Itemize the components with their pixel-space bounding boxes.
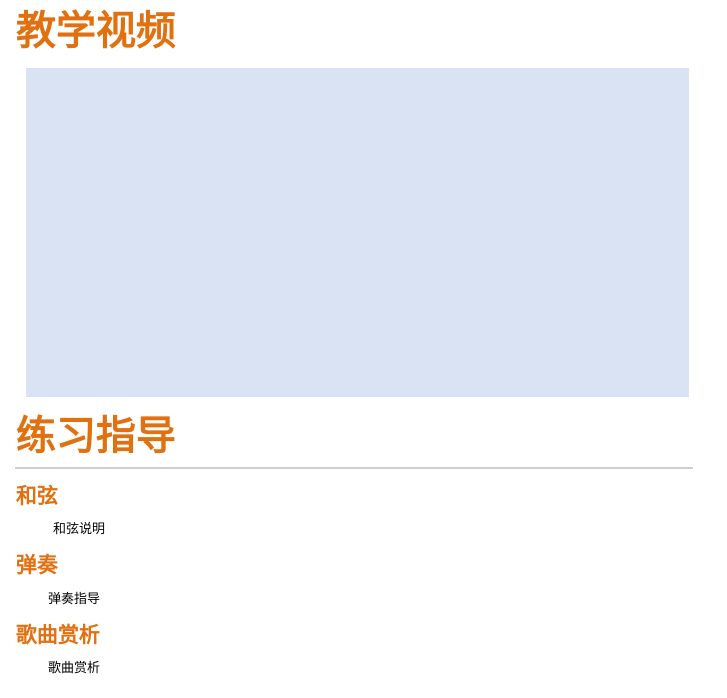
section-heading-song-appreciation: 歌曲赏析 bbox=[16, 623, 100, 647]
page-title-teaching-video: 教学视频 bbox=[16, 8, 176, 54]
section-heading-playing: 弹奏 bbox=[16, 553, 58, 577]
page: 教学视频 练习指导 和弦 和弦说明 弹奏 弹奏指导 歌曲赏析 歌曲赏析 bbox=[0, 0, 727, 698]
section-title-practice-guide: 练习指导 bbox=[16, 413, 176, 459]
section-text-chords: 和弦说明 bbox=[53, 522, 106, 537]
section-text-song-appreciation: 歌曲赏析 bbox=[48, 661, 101, 676]
section-heading-chords: 和弦 bbox=[16, 484, 58, 508]
divider bbox=[15, 467, 693, 469]
video-player-placeholder[interactable] bbox=[26, 68, 689, 397]
section-text-playing: 弹奏指导 bbox=[48, 592, 101, 607]
